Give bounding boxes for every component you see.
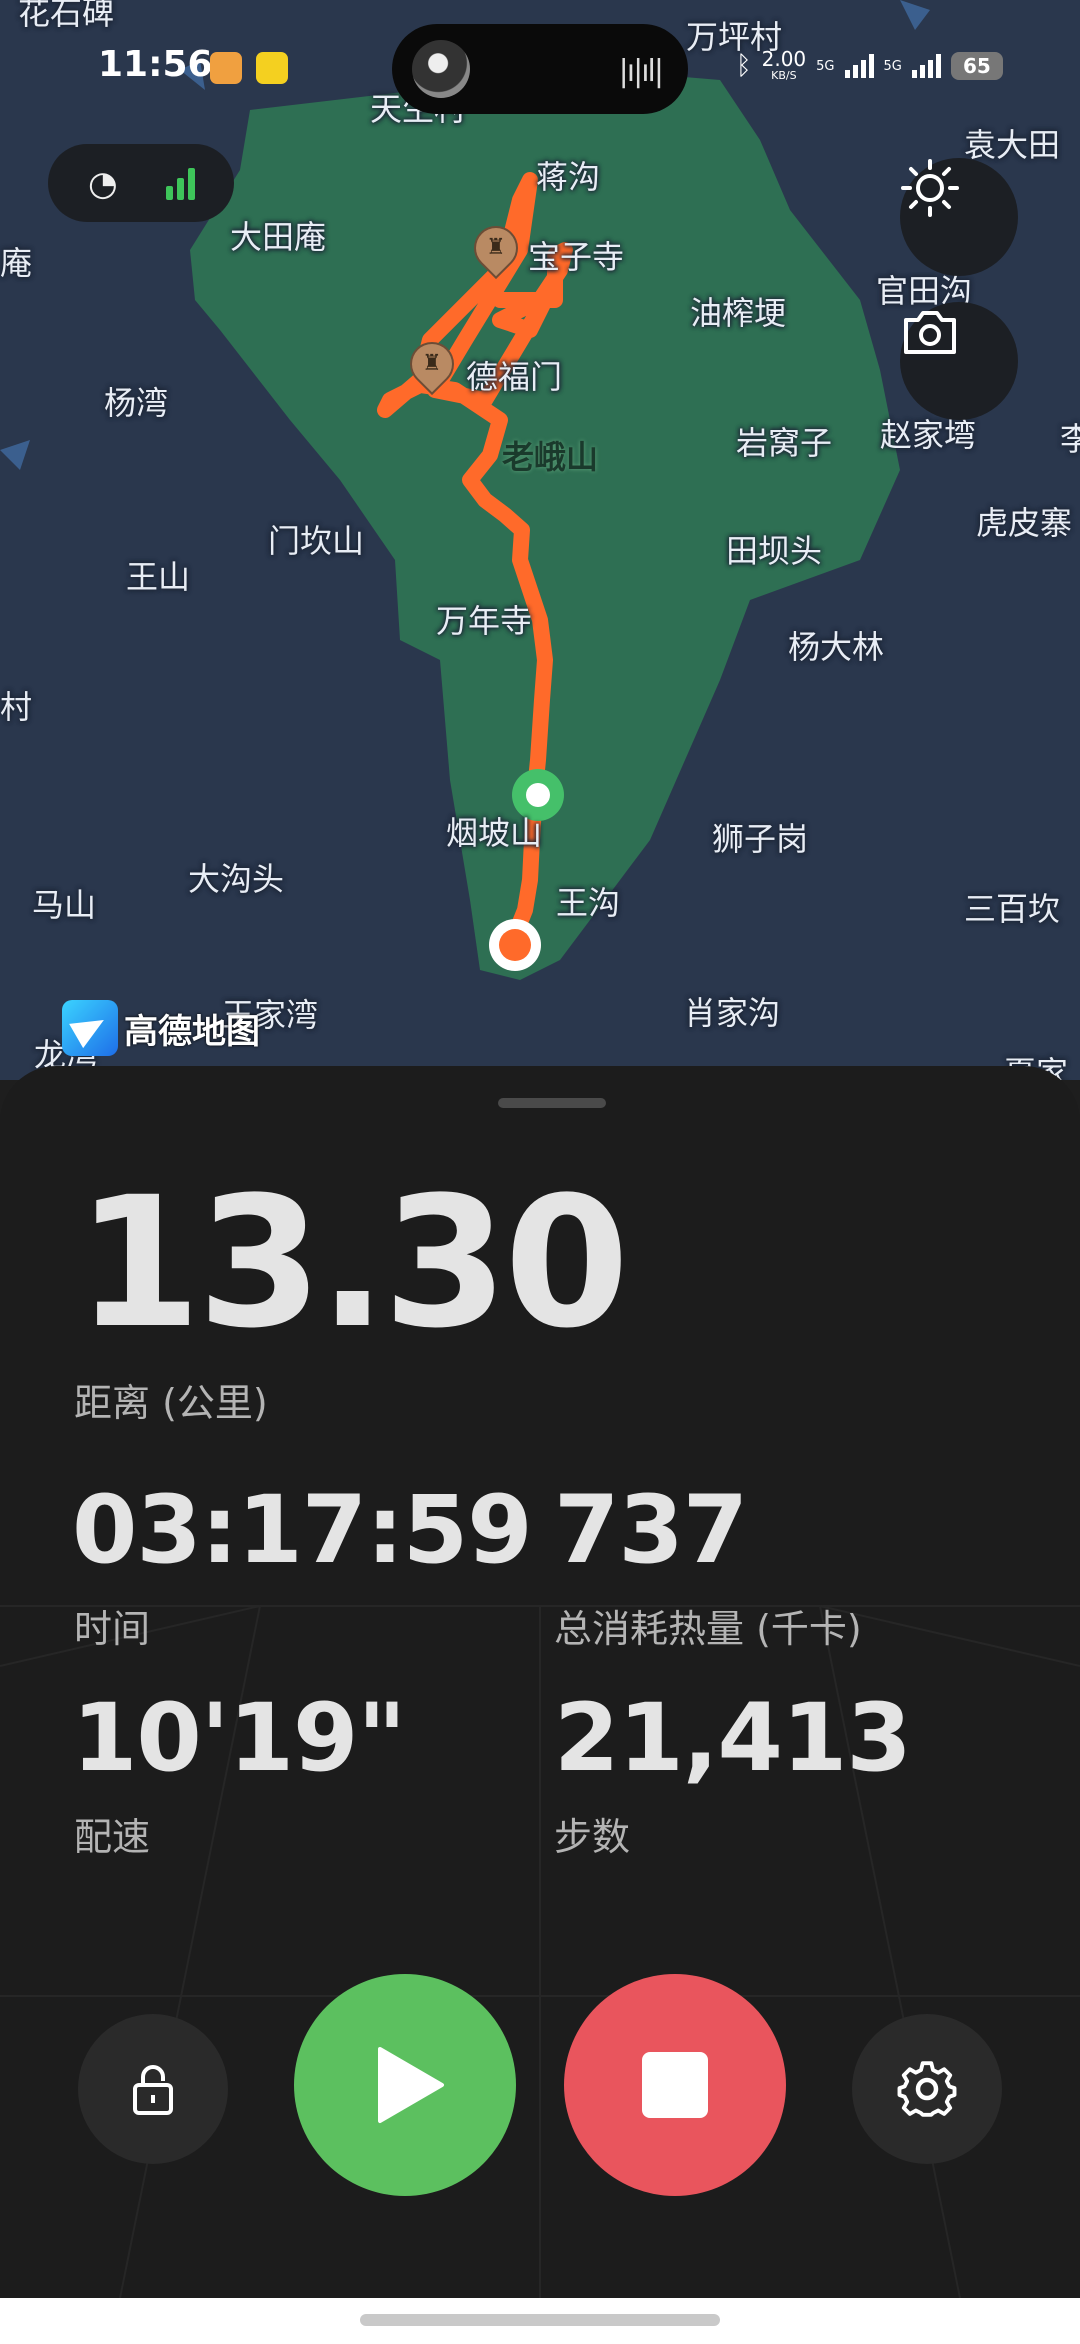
settings-button[interactable] [852, 2014, 1002, 2164]
amap-logo-icon [62, 1000, 118, 1056]
map-label: 虎皮寨 [976, 504, 1073, 542]
home-indicator[interactable] [360, 2314, 720, 2326]
map-label: 门坎山 [268, 522, 365, 560]
sim2-signal-icon [911, 54, 941, 78]
battery-indicator: 65 [950, 52, 1003, 80]
map-label: 大沟头 [188, 860, 285, 898]
status-bar: 11:56 |ı|ıl| ᛒ 2.00 KB/S 5G 5G 65 [0, 0, 1080, 130]
dynamic-island[interactable]: |ı|ıl| [392, 24, 688, 114]
map-view[interactable]: ♜ ♜ 花石碑 万坪村 天生村 蒋沟 袁大田 大田庵 庵 宝子寺 官田沟 油榨埂… [0, 0, 1080, 1080]
app-notification-icon [256, 52, 288, 84]
map-label: 李 [1060, 420, 1080, 458]
play-icon [378, 2047, 444, 2123]
network-speed-unit: KB/S [771, 69, 797, 82]
resume-button[interactable] [294, 1974, 516, 2196]
pace-value: 10'19" [72, 1684, 406, 1793]
lock-button[interactable] [78, 2014, 228, 2164]
gps-status-pill: ◔ [48, 144, 234, 222]
map-label: 王山 [126, 558, 191, 596]
map-label: 马山 [32, 886, 97, 924]
time-label: 时间 [74, 1607, 151, 1651]
network-speed-value: 2.00 [761, 47, 807, 71]
map-label: 杨大林 [788, 628, 885, 666]
sim1-type: 5G [816, 58, 835, 74]
map-label: 油榨埂 [690, 294, 787, 332]
steps-label: 步数 [554, 1815, 631, 1859]
map-label: 肖家沟 [684, 994, 781, 1032]
drag-handle[interactable] [498, 1098, 606, 1108]
map-label: 三百坎 [964, 890, 1061, 928]
stop-icon [642, 2052, 708, 2118]
steps-value: 21,413 [554, 1684, 912, 1793]
calories-value: 737 [554, 1476, 748, 1585]
camera-icon [904, 311, 956, 354]
calories-label: 总消耗热量 (千卡) [554, 1607, 862, 1651]
gps-signal-bars [166, 166, 195, 200]
gps-satellite-icon: ◔ [88, 164, 118, 204]
lock-icon [133, 2065, 173, 2115]
map-label: 德福门 [466, 358, 563, 396]
map-label: 杨湾 [104, 384, 169, 422]
network-speed: 2.00 KB/S [762, 49, 807, 83]
sim2-type: 5G [883, 58, 902, 74]
status-indicators: ᛒ 2.00 KB/S 5G 5G 65 [736, 46, 1003, 86]
map-label: 王沟 [556, 884, 621, 922]
map-label: 老峨山 [502, 438, 599, 476]
amap-logo-text: 高德地图 [124, 1011, 260, 1052]
map-label: 狮子岗 [712, 820, 809, 858]
bluetooth-icon: ᛒ [736, 51, 752, 81]
distance-label: 距离 (公里) [74, 1381, 268, 1425]
status-time: 11:56 [98, 44, 213, 85]
pace-label: 配速 [74, 1815, 151, 1859]
map-label: 宝子寺 [528, 238, 625, 276]
time-value: 03:17:59 [72, 1476, 533, 1585]
health-app-icon [210, 52, 242, 84]
media-avatar [412, 40, 470, 98]
amap-logo: 高德地图 [62, 1000, 260, 1056]
workout-panel: 13.30 距离 (公里) 03:17:59 时间 737 总消耗热量 (千卡)… [0, 1066, 1080, 2298]
sim1-signal-icon [844, 54, 874, 78]
temple-poi-icon[interactable]: ♜ [467, 219, 525, 277]
map-label: 田坝头 [726, 532, 823, 570]
map-label: 村 [0, 688, 33, 726]
map-label: 烟坡山 [446, 814, 543, 852]
map-label: 岩窝子 [736, 424, 833, 462]
camera-button[interactable] [900, 302, 1018, 420]
map-label: 万年寺 [436, 602, 533, 640]
map-label: 蒋沟 [536, 158, 601, 196]
map-label: 大田庵 [230, 218, 327, 256]
brightness-icon [901, 159, 959, 217]
gear-icon [897, 2061, 957, 2117]
distance-value: 13.30 [76, 1159, 629, 1368]
gate-poi-icon[interactable]: ♜ [403, 335, 461, 393]
brightness-button[interactable] [900, 158, 1018, 276]
stop-button[interactable] [564, 1974, 786, 2196]
map-label: 庵 [0, 244, 33, 282]
audio-wave-icon: |ı|ıl| [618, 54, 664, 89]
